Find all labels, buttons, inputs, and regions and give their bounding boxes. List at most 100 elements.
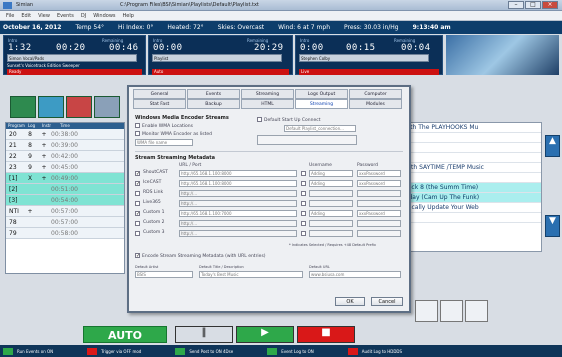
stream-user-field[interactable]: Adding	[309, 170, 353, 177]
minimize-icon[interactable]: –	[508, 1, 524, 9]
stream-checkbox[interactable]	[135, 171, 140, 176]
stream-checkbox[interactable]	[135, 201, 140, 206]
deck-play-button[interactable]	[10, 96, 36, 118]
deck-next-button[interactable]	[38, 96, 64, 118]
stream-pass-field[interactable]: xxxPassword	[357, 180, 401, 187]
menu-item-1[interactable]: Edit	[21, 13, 31, 19]
table-row[interactable]: 22 9 +00:42:00	[6, 151, 124, 162]
play-small-button[interactable]	[440, 300, 463, 322]
table-row[interactable]: [1] X +00:49:00	[6, 173, 124, 184]
menu-item-0[interactable]: File	[6, 13, 14, 19]
stream-user-field[interactable]	[309, 200, 353, 207]
stream-flag-checkbox[interactable]	[301, 221, 306, 226]
stream-flag-checkbox[interactable]	[301, 201, 306, 206]
tab-row1-4[interactable]: Computer	[349, 89, 402, 99]
stream-flag-checkbox[interactable]	[301, 191, 306, 196]
tab-row2-0[interactable]: Stat Fast	[133, 99, 186, 109]
stream-url-field[interactable]: http://...	[179, 220, 297, 227]
stream-checkbox[interactable]	[135, 191, 140, 196]
table-row[interactable]: 21 8 +00:39:00	[6, 140, 124, 151]
deck-stop-button[interactable]	[94, 96, 120, 118]
tab-row2-4[interactable]: Modules	[349, 99, 402, 109]
stream-pass-field[interactable]	[357, 190, 401, 197]
stream-user-field[interactable]: Adding	[309, 210, 353, 217]
enc-right-field[interactable]: Default Playlist_connection...	[284, 125, 356, 132]
menu-item-2[interactable]: View	[38, 13, 50, 19]
stream-flag-checkbox[interactable]	[301, 231, 306, 236]
stream-url-field[interactable]: http://65.168.1.100:8000	[179, 170, 297, 177]
tab-row1-1[interactable]: Events	[187, 89, 240, 99]
deck-3[interactable]: Intro Remaining 0:00 00:15 00:04 Stephen…	[295, 35, 443, 75]
menu-item-6[interactable]: Help	[123, 13, 134, 19]
table-row[interactable]: 20 8 +00:38:00	[6, 129, 124, 140]
default-title-field[interactable]: Today's Best Music	[199, 271, 303, 278]
stream-pass-field[interactable]	[357, 230, 401, 237]
status-indicator-icon[interactable]	[267, 347, 278, 355]
default-url-field[interactable]: www.bsiusa.com	[309, 271, 401, 278]
default-artist-field[interactable]: BSIS	[135, 271, 193, 278]
stream-url-field[interactable]: http://65.168.1.100:7000	[179, 210, 297, 217]
tab-row2-2[interactable]: HTML	[241, 99, 294, 109]
stream-pass-field[interactable]	[357, 200, 401, 207]
log-grid[interactable]: Program Log Instr Time 20 8 +00:38:00 21 8 +0…	[5, 122, 125, 274]
stream-url-field[interactable]: http://...	[179, 200, 297, 207]
scroll-down-button[interactable]: ▼	[545, 215, 560, 237]
tab-row1-3[interactable]: Logs Output	[295, 89, 348, 99]
enc-monitor-row[interactable]: Monitor WMA Encoder as listed	[135, 131, 212, 137]
status-indicator-icon[interactable]	[175, 347, 186, 355]
stream-user-field[interactable]	[309, 190, 353, 197]
record-button[interactable]	[415, 300, 438, 322]
table-row[interactable]: 78 00:57:00	[6, 217, 124, 228]
tab-row1-2[interactable]: Streaming	[241, 89, 294, 99]
stream-flag-checkbox[interactable]	[301, 171, 306, 176]
tab-row2-3[interactable]: Streaming	[295, 99, 348, 109]
status-indicator-icon[interactable]	[347, 347, 358, 355]
close-icon[interactable]: ×	[542, 1, 558, 9]
stream-url-field[interactable]: http://...	[179, 230, 297, 237]
play-button[interactable]: ▶	[236, 326, 294, 343]
stream-flag-checkbox[interactable]	[301, 181, 306, 186]
enc-file-field[interactable]: WMA file name	[135, 139, 193, 146]
stream-flag-checkbox[interactable]	[301, 211, 306, 216]
tab-row1-0[interactable]: General	[133, 89, 186, 99]
deck-1[interactable]: Intro Remaining 1:32 00:20 00:46 Simon V…	[3, 35, 146, 75]
stream-user-field[interactable]	[309, 230, 353, 237]
menu-item-5[interactable]: Windows	[93, 13, 115, 19]
enc-monitor-checkbox[interactable]	[135, 131, 140, 136]
tab-row2-1[interactable]: Backup	[187, 99, 240, 109]
stop-button[interactable]: ■	[297, 326, 355, 343]
stream-user-field[interactable]: Adding	[309, 180, 353, 187]
menu-item-3[interactable]: Events	[57, 13, 74, 19]
deck-cue-button[interactable]	[66, 96, 92, 118]
table-row[interactable]: 79 00:58:00	[6, 228, 124, 239]
stream-checkbox[interactable]	[135, 211, 140, 216]
bottom-checkbox[interactable]	[135, 253, 140, 258]
status-indicator-icon[interactable]	[3, 347, 13, 355]
menu-item-4[interactable]: DJ	[81, 13, 86, 19]
enc-enable-row[interactable]: Enable WMA Locations	[135, 123, 193, 129]
next-small-button[interactable]	[465, 300, 488, 322]
scroll-up-button[interactable]: ▲	[545, 135, 560, 157]
stream-checkbox[interactable]	[135, 181, 140, 186]
maximize-icon[interactable]: □	[525, 1, 541, 9]
ok-button[interactable]: OK	[335, 297, 365, 306]
table-row[interactable]: [3] 00:54:00	[6, 195, 124, 206]
stream-url-field[interactable]: http://...	[179, 190, 297, 197]
deck-2[interactable]: Intro Remaining 00:00 20:29 Playlist Aut…	[148, 35, 293, 75]
table-row[interactable]: NTI +00:57:00	[6, 206, 124, 217]
table-row[interactable]: [2] 00:51:00	[6, 184, 124, 195]
stream-checkbox[interactable]	[135, 231, 140, 236]
stream-url-field[interactable]: http://65.168.1.100:8000	[179, 180, 297, 187]
enc-right-checkbox[interactable]	[257, 117, 262, 122]
cancel-button[interactable]: Cancel	[371, 297, 403, 306]
enc-right-row[interactable]: Default Start Up Connect	[257, 117, 320, 123]
status-indicator-icon[interactable]	[87, 347, 98, 355]
stream-pass-field[interactable]: xxxPassword	[357, 210, 401, 217]
enc-right-field-2[interactable]	[257, 135, 357, 145]
enc-enable-checkbox[interactable]	[135, 123, 140, 128]
bottom-check-row[interactable]: Encode Stream Streaming Metadata (with U…	[135, 253, 266, 259]
stream-pass-field[interactable]	[357, 220, 401, 227]
auto-button[interactable]: AUTO	[83, 326, 167, 343]
stream-user-field[interactable]	[309, 220, 353, 227]
stream-pass-field[interactable]: xxxPassword	[357, 170, 401, 177]
